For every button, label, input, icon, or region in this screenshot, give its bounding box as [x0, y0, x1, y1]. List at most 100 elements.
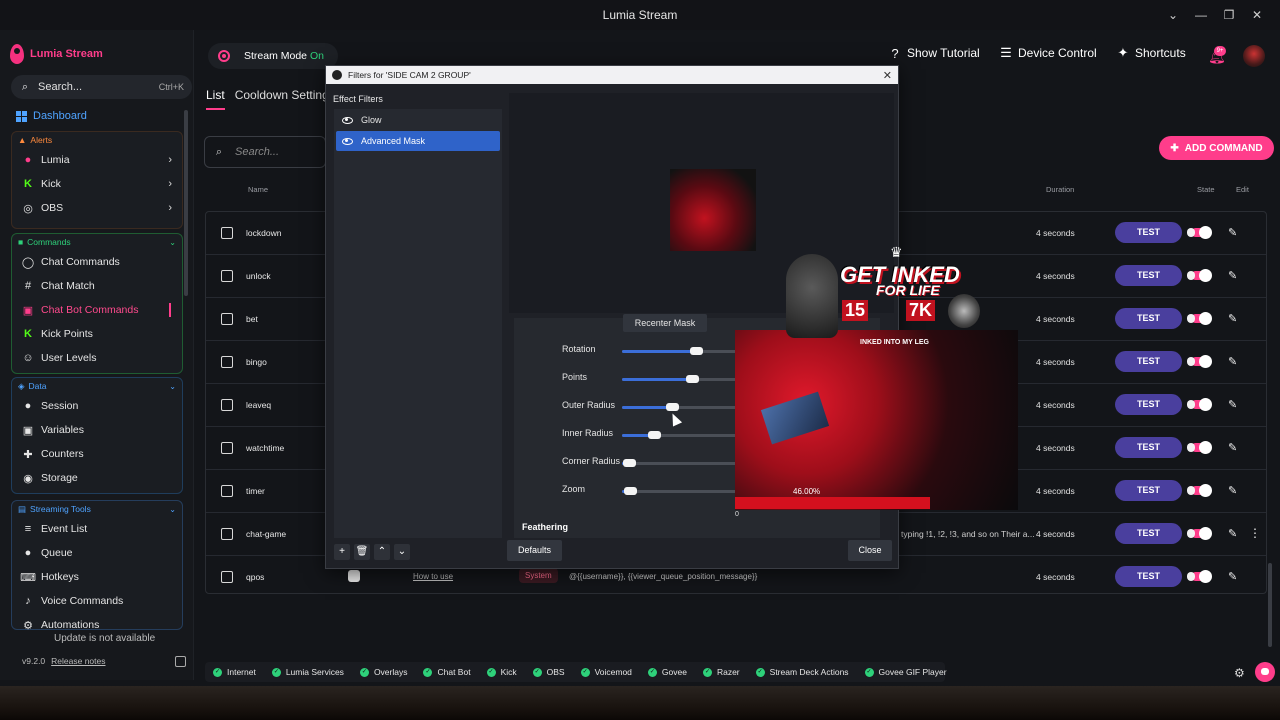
row-checkbox[interactable] [221, 399, 233, 411]
status-internet[interactable]: ✓ Internet [213, 667, 256, 677]
how-to-use-link[interactable]: How to use [413, 572, 453, 581]
state-toggle[interactable] [1187, 312, 1212, 325]
test-button[interactable]: TEST [1115, 265, 1182, 286]
defaults-button[interactable]: Defaults [507, 540, 562, 561]
dialog-title-bar[interactable]: Filters for 'SIDE CAM 2 GROUP' ✕ [326, 66, 898, 84]
state-toggle[interactable] [1187, 226, 1212, 239]
eye-icon[interactable] [342, 137, 353, 145]
sidebar-item-event-list[interactable]: ≡ Event List [12, 517, 182, 541]
move-down-icon[interactable]: ⌄ [394, 544, 410, 560]
filter-item-glow[interactable]: Glow [336, 110, 500, 130]
row-checkbox[interactable] [221, 571, 233, 583]
edit-icon[interactable]: ✎ [1228, 484, 1237, 497]
sidebar-search[interactable]: ⌕ Search... Ctrl+K [11, 75, 192, 99]
sidebar-item-queue[interactable]: ● Queue [12, 541, 182, 565]
edit-icon[interactable]: ✎ [1228, 355, 1237, 368]
state-toggle[interactable] [1187, 527, 1212, 540]
add-command-button[interactable]: ✚ ADD COMMAND [1159, 136, 1274, 160]
streaming-tools-header[interactable]: ▤ Streaming Tools ⌄ [12, 501, 182, 517]
row-checkbox[interactable] [221, 528, 233, 540]
sidebar-item-variables[interactable]: ▣ Variables [12, 418, 182, 442]
status-lumia-services[interactable]: ✓ Lumia Services [271, 667, 344, 677]
sidebar-item-kick-points[interactable]: K Kick Points [12, 322, 182, 346]
edit-icon[interactable]: ✎ [1228, 398, 1237, 411]
eye-icon[interactable] [342, 116, 353, 124]
sidebar-item-kick[interactable]: K Kick › [12, 172, 182, 196]
shortcuts-button[interactable]: ✦ Shortcuts [1117, 45, 1186, 60]
slider-handle[interactable] [690, 347, 704, 355]
slider-handle[interactable] [686, 375, 699, 383]
column-header-duration[interactable]: Duration [1046, 185, 1074, 194]
sidebar-item-dashboard[interactable]: Dashboard [16, 110, 87, 122]
test-button[interactable]: TEST [1115, 566, 1182, 587]
test-button[interactable]: TEST [1115, 222, 1182, 243]
chevron-down-icon[interactable]: ⌄ [1164, 6, 1182, 24]
sidebar-item-user-levels[interactable]: ☺ User Levels [12, 346, 182, 370]
test-button[interactable]: TEST [1115, 523, 1182, 544]
sidebar-item-chat-commands[interactable]: ◯ Chat Commands [12, 250, 182, 274]
slider-handle[interactable] [648, 431, 662, 439]
row-checkbox[interactable] [221, 442, 233, 454]
sidebar-item-counters[interactable]: ✚ Counters [12, 442, 182, 466]
sidebar-item-session[interactable]: ● Session [12, 394, 182, 418]
feathering-section[interactable]: Feathering [522, 522, 568, 532]
device-control-button[interactable]: ☰ Device Control [1000, 45, 1097, 60]
row-checkbox[interactable] [221, 313, 233, 325]
alerts-header[interactable]: ▲ Alerts [12, 132, 182, 148]
stream-mode-toggle[interactable]: Stream Mode On [208, 43, 338, 69]
search-input[interactable]: ⌕ Search... [204, 136, 326, 168]
state-toggle[interactable] [1187, 355, 1212, 368]
recenter-mask-button[interactable]: Recenter Mask [623, 314, 707, 332]
test-button[interactable]: TEST [1115, 480, 1182, 501]
close-button[interactable]: Close [848, 540, 892, 561]
filter-item-advanced-mask[interactable]: Advanced Mask [336, 131, 500, 151]
row-checkbox[interactable] [221, 270, 233, 282]
commands-header[interactable]: ■ Commands ⌄ [12, 234, 182, 250]
slider-handle[interactable] [666, 403, 680, 411]
edit-icon[interactable]: ✎ [1228, 527, 1237, 540]
row-checkbox[interactable] [221, 356, 233, 368]
sidebar-item-voice-commands[interactable]: ♪ Voice Commands [12, 589, 182, 613]
slider-handle[interactable] [624, 487, 638, 495]
status-razer[interactable]: ✓ Razer [702, 667, 740, 677]
tab-list[interactable]: List [206, 88, 225, 110]
status-obs[interactable]: ✓ OBS [532, 667, 565, 677]
main-scrollbar[interactable] [1268, 563, 1272, 647]
move-up-icon[interactable]: ⌃ [374, 544, 390, 560]
sidebar-item-obs[interactable]: ◎ OBS › [12, 196, 182, 220]
status-govee-gif-player[interactable]: ✓ Govee GIF Player [864, 667, 947, 677]
edit-icon[interactable]: ✎ [1228, 312, 1237, 325]
status-voicemod[interactable]: ✓ Voicemod [580, 667, 632, 677]
row-checkbox[interactable] [221, 485, 233, 497]
tab-cooldown-settings[interactable]: Cooldown Settings [235, 88, 335, 110]
status-kick[interactable]: ✓ Kick [486, 667, 517, 677]
edit-icon[interactable]: ✎ [1228, 269, 1237, 282]
state-toggle[interactable] [1187, 570, 1212, 583]
data-header[interactable]: ◈ Data ⌄ [12, 378, 182, 394]
status-chat-bot[interactable]: ✓ Chat Bot [423, 667, 471, 677]
status-overlays[interactable]: ✓ Overlays [359, 667, 407, 677]
sidebar-item-chat-bot-commands[interactable]: ▣ Chat Bot Commands [12, 298, 182, 322]
state-toggle[interactable] [1187, 269, 1212, 282]
collapse-sidebar-icon[interactable] [175, 656, 186, 667]
slider-handle[interactable] [623, 459, 636, 467]
gear-icon[interactable]: ⚙ [1234, 666, 1245, 680]
trash-icon[interactable]: 🗑︎ [354, 544, 370, 560]
show-tutorial-button[interactable]: ? Show Tutorial [889, 46, 979, 61]
status-stream-deck-actions[interactable]: ✓ Stream Deck Actions [755, 667, 849, 677]
row-checkbox[interactable] [221, 227, 233, 239]
test-button[interactable]: TEST [1115, 394, 1182, 415]
state-toggle[interactable] [1187, 398, 1212, 411]
sidebar-item-lumia[interactable]: ● Lumia › [12, 148, 182, 172]
edit-icon[interactable]: ✎ [1228, 570, 1237, 583]
add-filter-icon[interactable]: + [334, 544, 350, 560]
brand[interactable]: Lumia Stream [10, 44, 103, 64]
sidebar-item-chat-match[interactable]: # Chat Match [12, 274, 182, 298]
test-button[interactable]: TEST [1115, 437, 1182, 458]
chat-support-icon[interactable] [1255, 662, 1275, 682]
more-options-icon[interactable]: ⋮ [1249, 526, 1261, 540]
test-button[interactable]: TEST [1115, 308, 1182, 329]
edit-icon[interactable]: ✎ [1228, 226, 1237, 239]
edit-icon[interactable]: ✎ [1228, 441, 1237, 454]
sidebar-item-hotkeys[interactable]: ⌨ Hotkeys [12, 565, 182, 589]
